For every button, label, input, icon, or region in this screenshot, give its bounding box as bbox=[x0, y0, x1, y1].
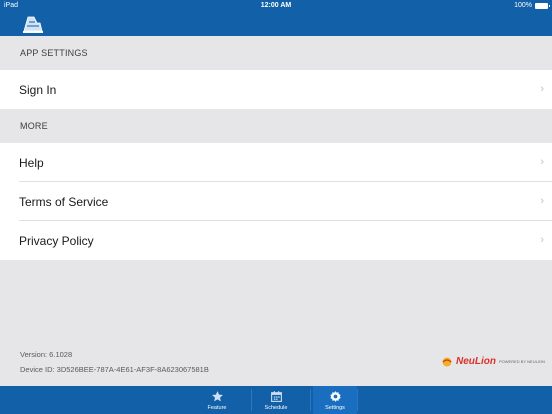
nav-bar bbox=[0, 12, 552, 36]
battery-indicator: 100% bbox=[514, 2, 550, 9]
status-time: 12:00 AM bbox=[260, 2, 292, 9]
row-label: Help bbox=[19, 156, 44, 170]
chevron-right-icon: › bbox=[540, 156, 544, 168]
neulion-logo: NeuLion POWERED BY NEULION bbox=[441, 356, 545, 367]
battery-icon bbox=[535, 2, 550, 9]
tab-settings[interactable]: Settings bbox=[313, 386, 357, 414]
app-logo-icon bbox=[23, 16, 43, 33]
section-title: APP SETTINGS bbox=[20, 48, 88, 58]
chevron-right-icon: › bbox=[540, 195, 544, 207]
row-label: Sign In bbox=[19, 83, 57, 97]
sign-in-row[interactable]: Sign In › bbox=[0, 70, 552, 109]
calendar-icon bbox=[270, 391, 282, 402]
row-label: Terms of Service bbox=[19, 195, 109, 209]
neulion-brand: NeuLion bbox=[456, 356, 496, 367]
help-row[interactable]: Help › bbox=[0, 143, 552, 182]
row-label: Privacy Policy bbox=[19, 234, 94, 248]
section-title: MORE bbox=[20, 121, 48, 131]
tab-bar: Feature Schedule Settings bbox=[0, 386, 552, 414]
tab-divider bbox=[251, 389, 252, 411]
tab-schedule[interactable]: Schedule bbox=[254, 386, 298, 414]
section-header-app-settings: APP SETTINGS bbox=[0, 36, 552, 70]
privacy-policy-row[interactable]: Privacy Policy › bbox=[0, 221, 552, 260]
battery-percent: 100% bbox=[514, 2, 532, 9]
tab-label: Schedule bbox=[264, 405, 288, 411]
chevron-right-icon: › bbox=[540, 234, 544, 246]
neulion-tagline: POWERED BY NEULION bbox=[499, 359, 545, 364]
status-bar: iPad 12:00 AM 100% bbox=[0, 0, 552, 12]
version-label: Version: 6.1028 bbox=[20, 350, 73, 359]
tab-divider bbox=[357, 389, 358, 411]
tab-feature[interactable]: Feature bbox=[195, 386, 239, 414]
section-header-more: MORE bbox=[0, 109, 552, 143]
tab-label: Settings bbox=[325, 405, 345, 411]
terms-of-service-row[interactable]: Terms of Service › bbox=[0, 182, 552, 221]
device-id-label: Device ID: 3D526BEE-787A-4E61-AF3F-8A623… bbox=[20, 365, 209, 374]
tab-label: Feature bbox=[207, 405, 227, 411]
tab-divider bbox=[310, 389, 311, 411]
gear-icon bbox=[329, 391, 341, 402]
chevron-right-icon: › bbox=[540, 83, 544, 95]
star-icon bbox=[211, 391, 223, 402]
neulion-mark-icon bbox=[442, 357, 452, 366]
